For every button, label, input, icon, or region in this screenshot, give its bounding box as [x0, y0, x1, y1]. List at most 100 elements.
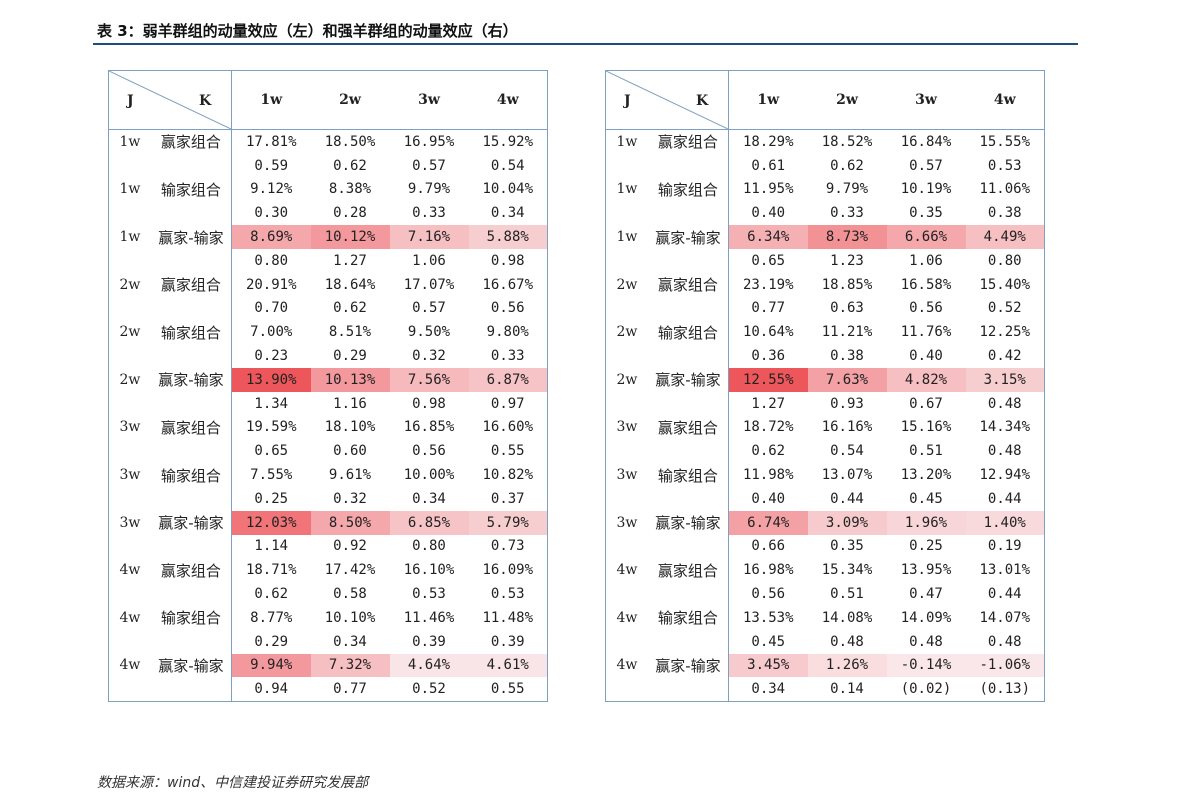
blank-cell [150, 439, 232, 464]
t-stat-row: 0.36 0.38 0.40 0.42 [606, 344, 1045, 368]
t-stat-cell: 0.56 [909, 300, 943, 317]
return-cell: 6.66% [886, 225, 966, 249]
return-cell: 4.49% [965, 225, 1045, 249]
return-cell: 18.72% [742, 419, 794, 436]
return-cell: 12.55% [728, 367, 808, 392]
blank-cell [109, 344, 151, 368]
return-cell: 15.92% [482, 133, 534, 150]
table-row: 3w 赢家组合 18.72% 16.16% 15.16% 14.34% [606, 415, 1045, 440]
return-cell: 10.00% [403, 467, 455, 484]
t-stat-cell: 0.44 [987, 490, 1022, 507]
return-cell: 7.56% [389, 367, 469, 392]
return-cell: 9.79% [407, 181, 451, 198]
row-portfolio-label: 赢家-输家 [150, 510, 232, 535]
row-portfolio-label: 输家组合 [647, 177, 729, 202]
data-source-note: 数据来源：wind、中信建投证券研究发展部 [97, 775, 369, 791]
return-cell: 11.48% [482, 609, 534, 626]
return-cell: 11.95% [742, 181, 794, 198]
t-stat-cell: 0.70 [254, 300, 289, 317]
t-stat-row: 0.25 0.32 0.34 0.37 [109, 486, 548, 511]
return-cell: 18.29% [742, 133, 794, 150]
row-j-period: 1w [119, 181, 141, 198]
t-stat-cell: 0.23 [254, 348, 289, 365]
t-stat-cell: 0.54 [490, 157, 525, 174]
blank-cell [109, 392, 151, 416]
t-stat-cell: 0.52 [412, 681, 446, 698]
t-stat-cell: 0.34 [412, 490, 446, 507]
return-cell: 7.32% [310, 653, 390, 678]
return-cell: 15.34% [821, 562, 873, 579]
return-cell: 11.76% [900, 324, 952, 341]
return-cell: 17.07% [403, 276, 455, 293]
return-cell: 7.00% [250, 324, 293, 341]
table-row: 1w 输家组合 11.95% 9.79% 10.19% 11.06% [606, 177, 1045, 202]
t-stat-cell: 1.16 [333, 395, 367, 412]
blank-cell [109, 297, 151, 321]
return-cell: 16.60% [482, 419, 534, 436]
column-header: 2w [310, 70, 390, 130]
t-stat-cell: 0.56 [751, 586, 786, 603]
t-stat-cell: 0.35 [830, 538, 864, 555]
t-stat-cell: 0.54 [830, 443, 864, 460]
return-cell: 12.25% [979, 324, 1031, 341]
return-cell: 10.10% [324, 609, 376, 626]
t-stat-cell: 0.48 [987, 633, 1022, 650]
t-stat-row: 0.40 0.33 0.35 0.38 [606, 201, 1045, 226]
t-stat-cell: 1.06 [412, 252, 446, 269]
t-stat-cell: 1.27 [333, 252, 367, 269]
return-cell: 18.50% [324, 133, 376, 150]
return-cell: 8.38% [328, 181, 372, 198]
t-stat-cell: 0.33 [830, 205, 864, 222]
row-j-period: 4w [119, 562, 141, 579]
t-stat-cell: 0.65 [751, 252, 786, 269]
blank-cell [150, 582, 232, 606]
t-stat-cell: 0.39 [412, 633, 446, 650]
table-row: 4w 赢家组合 16.98% 15.34% 13.95% 13.01% [606, 558, 1045, 583]
t-stat-row: 0.94 0.77 0.52 0.55 [109, 677, 548, 702]
return-cell: 16.98% [742, 562, 794, 579]
table-title: 表 3：弱羊群组的动量效应（左）和强羊群组的动量效应（右） [97, 22, 518, 40]
blank-cell [606, 201, 648, 225]
return-cell: 18.52% [821, 133, 873, 150]
t-stat-cell: 0.62 [333, 300, 367, 317]
table-row: 3w 赢家-输家 6.74% 3.09% 1.96% 1.40% [606, 510, 1045, 535]
table-row: 2w 赢家组合 20.91% 18.64% 17.07% 16.67% [109, 272, 548, 297]
return-cell: 16.84% [900, 133, 952, 150]
t-stat-cell: 0.45 [909, 490, 943, 507]
return-cell: 9.94% [231, 653, 311, 678]
return-cell: 13.95% [900, 562, 952, 579]
blank-cell [606, 249, 648, 273]
return-cell: 13.90% [231, 367, 311, 392]
t-stat-cell: 0.98 [412, 395, 446, 412]
column-header: 4w [965, 70, 1045, 130]
t-stat-cell: 0.57 [412, 300, 446, 317]
return-cell: 18.10% [324, 419, 376, 436]
return-cell: 18.85% [821, 276, 873, 293]
blank-cell [606, 392, 648, 416]
t-stat-cell: 0.59 [254, 157, 289, 174]
return-cell: 5.88% [468, 225, 548, 249]
return-cell: 23.19% [742, 276, 794, 293]
return-cell: 16.09% [482, 562, 534, 579]
return-cell: 10.64% [742, 324, 794, 341]
t-stat-cell: 0.44 [830, 490, 864, 507]
blank-cell [109, 154, 151, 178]
t-stat-cell: 0.51 [909, 443, 943, 460]
return-cell: 7.55% [250, 467, 293, 484]
t-stat-cell: 0.62 [333, 157, 367, 174]
return-cell: 7.16% [389, 225, 469, 249]
t-stat-cell: 1.34 [254, 395, 289, 412]
column-header: 2w [807, 70, 887, 130]
t-stat-cell: 0.60 [333, 443, 367, 460]
t-stat-cell: 0.80 [987, 252, 1022, 269]
t-stat-cell: 0.55 [490, 681, 525, 698]
t-stat-row: 0.65 0.60 0.56 0.55 [109, 439, 548, 464]
t-stat-cell: 0.80 [254, 252, 289, 269]
row-portfolio-label: 赢家-输家 [150, 653, 232, 678]
row-j-period: 1w [616, 229, 638, 246]
t-stat-row: 0.61 0.62 0.57 0.53 [606, 153, 1045, 178]
blank-cell [150, 201, 232, 226]
t-stat-cell: 0.38 [830, 348, 864, 365]
row-j-period: 3w [119, 419, 141, 436]
t-stat-row: 0.59 0.62 0.57 0.54 [109, 153, 548, 178]
